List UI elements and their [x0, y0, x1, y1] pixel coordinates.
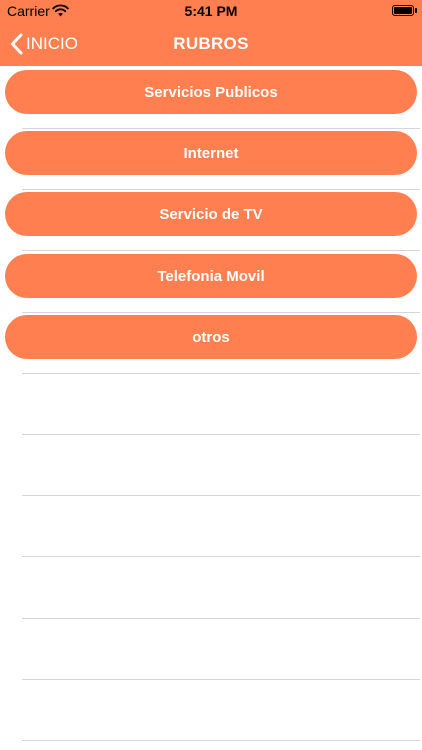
rubro-button-otros[interactable]: otros [5, 315, 417, 359]
row-separator [22, 618, 420, 619]
rubro-button-internet[interactable]: Internet [5, 131, 417, 175]
navigation-bar: INICIO RUBROS [0, 22, 422, 66]
rubro-button-servicios-publicos[interactable]: Servicios Publicos [5, 70, 417, 114]
row-separator [22, 740, 420, 741]
page-title: RUBROS [173, 34, 249, 53]
row-separator [22, 312, 420, 313]
row-separator [22, 556, 420, 557]
row-separator [22, 128, 420, 129]
header: Carrier 5:41 PM INICIO RUBROS [0, 0, 422, 66]
rubro-button-servicio-de-tv[interactable]: Servicio de TV [5, 192, 417, 236]
battery-level [394, 7, 412, 14]
status-bar: Carrier 5:41 PM [0, 0, 422, 22]
row-separator [22, 679, 420, 680]
row-separator [22, 495, 420, 496]
row-separator [22, 373, 420, 374]
app-screen: Carrier 5:41 PM INICIO RUBROS Servicios … [0, 0, 422, 750]
battery-icon [392, 5, 414, 16]
clock: 5:41 PM [184, 3, 238, 19]
battery-tip [415, 8, 417, 13]
rubro-button-telefonia-movil[interactable]: Telefonia Movil [5, 254, 417, 298]
row-separator [22, 434, 420, 435]
row-separator [22, 189, 420, 190]
row-separator [22, 250, 420, 251]
